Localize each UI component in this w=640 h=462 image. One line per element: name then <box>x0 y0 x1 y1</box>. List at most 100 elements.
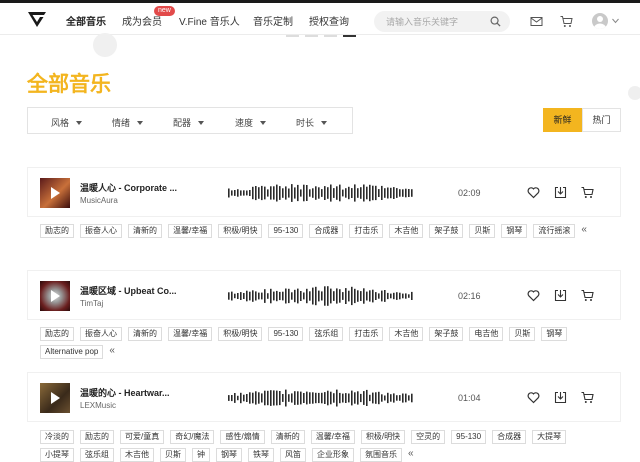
track-title[interactable]: 温暖区域 - Upbeat Co... <box>80 284 177 297</box>
tag-chip[interactable]: 弦乐组 <box>309 327 344 341</box>
download-icon[interactable] <box>554 289 567 302</box>
tag-chip[interactable]: Alternative pop <box>40 345 104 359</box>
tag-chip[interactable]: 木吉他 <box>389 224 424 238</box>
add-to-cart-icon[interactable] <box>581 391 594 404</box>
tag-chip[interactable]: 95-130 <box>451 430 487 444</box>
track-cover[interactable] <box>40 383 70 413</box>
tag-chip[interactable]: 空灵的 <box>411 430 446 444</box>
tag-chip[interactable]: 冷淡的 <box>40 430 74 444</box>
double-chevron-left-icon[interactable]: « <box>109 345 115 359</box>
tag-chip[interactable]: 架子鼓 <box>429 327 464 341</box>
tag-chip[interactable]: 励志的 <box>40 224 74 238</box>
tag-chip[interactable]: 合成器 <box>492 430 527 444</box>
add-to-cart-icon[interactable] <box>581 186 594 199</box>
tag-chip[interactable]: 清新的 <box>270 430 305 444</box>
tag-chip[interactable]: 企业形象 <box>312 448 354 462</box>
tag-chip[interactable]: 木吉他 <box>389 327 424 341</box>
nav-item-license-query[interactable]: 授权查询 <box>309 13 349 28</box>
tag-chip[interactable]: 积极/明快 <box>360 430 406 444</box>
tag-chip[interactable]: 励志的 <box>80 430 114 444</box>
tag-chip[interactable]: 奇幻/魔法 <box>170 430 215 444</box>
carousel-dot[interactable] <box>324 35 337 37</box>
search-box[interactable] <box>374 11 510 32</box>
track-artist[interactable]: MusicAura <box>80 196 118 205</box>
tag-chip[interactable]: 积极/明快 <box>218 327 263 341</box>
add-to-cart-icon[interactable] <box>581 289 594 302</box>
carousel-dot-active[interactable] <box>343 35 356 37</box>
tag-chip[interactable]: 铁琴 <box>248 448 274 462</box>
double-chevron-left-icon[interactable]: « <box>581 224 587 238</box>
heart-icon[interactable] <box>527 391 540 404</box>
track-title[interactable]: 温暖的心 - Heartwar... <box>80 386 170 399</box>
nav-item-custom-music[interactable]: 音乐定制 <box>253 13 293 28</box>
tag-chip[interactable]: 感性/煽情 <box>220 430 265 444</box>
play-icon[interactable] <box>51 187 60 199</box>
tag-chip[interactable]: 风笛 <box>280 448 306 462</box>
chevron-down-icon[interactable] <box>612 18 619 24</box>
tag-chip[interactable]: 钢琴 <box>541 327 568 341</box>
tag-chip[interactable]: 清新的 <box>128 327 162 341</box>
side-float-button[interactable] <box>628 86 640 100</box>
tag-chip[interactable]: 电吉他 <box>469 327 504 341</box>
track-title[interactable]: 温暖人心 - Corporate ... <box>80 181 177 194</box>
tag-chip[interactable]: 励志的 <box>40 327 74 341</box>
download-icon[interactable] <box>554 391 567 404</box>
play-icon[interactable] <box>51 290 60 302</box>
tag-chip[interactable]: 振奋人心 <box>80 224 122 238</box>
tag-chip[interactable]: 钢琴 <box>501 224 528 238</box>
tag-chip[interactable]: 流行摇滚 <box>533 224 576 238</box>
filter-instrument[interactable]: 配器 <box>173 116 205 129</box>
carousel-dot[interactable] <box>305 35 318 37</box>
tag-chip[interactable]: 贝斯 <box>160 448 186 462</box>
tag-chip[interactable]: 贝斯 <box>509 327 536 341</box>
sort-hot-button[interactable]: 热门 <box>582 108 621 132</box>
tag-chip[interactable]: 温馨/幸福 <box>168 224 213 238</box>
waveform[interactable] <box>228 181 418 205</box>
mail-icon[interactable] <box>530 15 543 28</box>
play-icon[interactable] <box>51 392 60 404</box>
filter-duration[interactable]: 时长 <box>296 116 328 129</box>
track-artist[interactable]: LEXMusic <box>80 401 116 410</box>
tag-chip[interactable]: 架子鼓 <box>429 224 464 238</box>
tag-chip[interactable]: 合成器 <box>309 224 344 238</box>
track-cover[interactable] <box>40 178 70 208</box>
tag-chip[interactable]: 打击乐 <box>349 327 384 341</box>
tag-chip[interactable]: 弦乐组 <box>80 448 114 462</box>
tag-chip[interactable]: 清新的 <box>128 224 162 238</box>
nav-item-musicians[interactable]: V.Fine 音乐人 <box>179 13 240 28</box>
nav-item-all-music[interactable]: 全部音乐 <box>66 13 106 28</box>
carousel-dot[interactable] <box>286 35 299 37</box>
tag-chip[interactable]: 氛围音乐 <box>360 448 402 462</box>
tag-chip[interactable]: 钢琴 <box>216 448 242 462</box>
waveform[interactable] <box>228 284 418 308</box>
search-input[interactable] <box>386 15 486 28</box>
double-chevron-left-icon[interactable]: « <box>408 448 414 462</box>
user-avatar-icon[interactable] <box>592 13 608 29</box>
track-artist[interactable]: TimTaj <box>80 299 103 308</box>
heart-icon[interactable] <box>527 186 540 199</box>
tag-chip[interactable]: 木吉他 <box>120 448 154 462</box>
download-icon[interactable] <box>554 186 567 199</box>
search-icon[interactable] <box>490 16 501 27</box>
tag-chip[interactable]: 振奋人心 <box>80 327 122 341</box>
tag-chip[interactable]: 积极/明快 <box>218 224 263 238</box>
tag-chip[interactable]: 打击乐 <box>349 224 384 238</box>
tag-chip[interactable]: 小提琴 <box>40 448 74 462</box>
tag-chip[interactable]: 95-130 <box>268 224 304 238</box>
tag-chip[interactable]: 95-130 <box>268 327 304 341</box>
tag-chip[interactable]: 钟 <box>192 448 210 462</box>
sort-newest-button[interactable]: 新鲜 <box>543 108 582 132</box>
tag-chip[interactable]: 温馨/幸福 <box>168 327 213 341</box>
tag-chip[interactable]: 温馨/幸福 <box>310 430 355 444</box>
tag-chip[interactable]: 贝斯 <box>469 224 496 238</box>
track-cover[interactable] <box>40 281 70 311</box>
tag-chip[interactable]: 可爱/童真 <box>120 430 165 444</box>
vfine-logo-icon[interactable] <box>28 11 46 27</box>
waveform[interactable] <box>228 386 418 410</box>
tag-chip[interactable]: 大提琴 <box>532 430 567 444</box>
filter-mood[interactable]: 情绪 <box>112 116 144 129</box>
cart-icon[interactable] <box>560 15 573 28</box>
filter-style[interactable]: 风格 <box>51 116 83 129</box>
filter-tempo[interactable]: 速度 <box>235 116 267 129</box>
heart-icon[interactable] <box>527 289 540 302</box>
